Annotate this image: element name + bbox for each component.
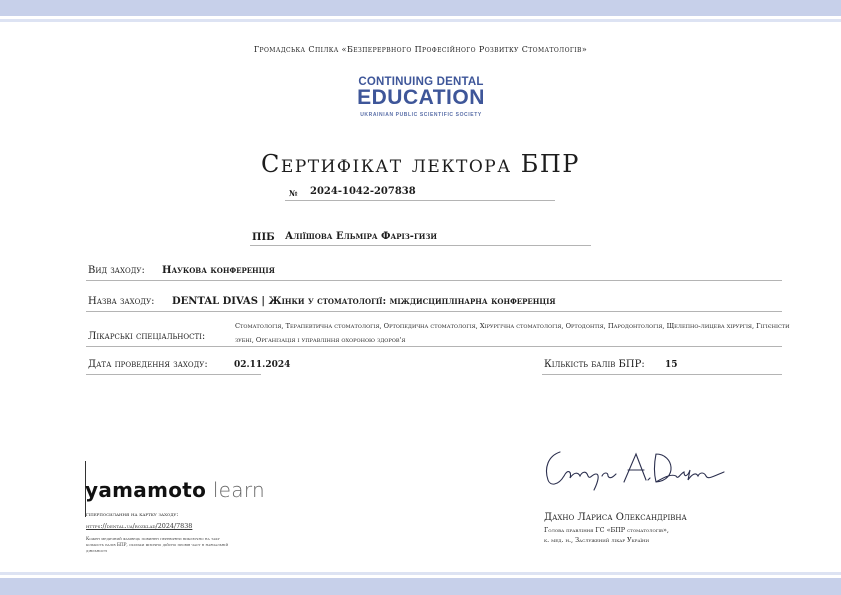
specialties-value: Стоматологія, Терапевтична стоматологія,… bbox=[235, 322, 790, 344]
name-underline bbox=[250, 245, 591, 246]
event-link-label: гіперпосилання на картку заходу: bbox=[86, 512, 179, 518]
specialties-label: Лікарські спеціальності: bbox=[88, 331, 206, 342]
event-type-label: Вид заходу: bbox=[88, 265, 145, 276]
number-underline bbox=[285, 200, 555, 201]
event-name-value: DENTAL DIVAS | Жінки у стоматології: між… bbox=[172, 296, 556, 307]
logo-line-3: UKRAINIAN PUBLIC SCIENTIFIC SOCIETY bbox=[360, 112, 482, 118]
specialties-underline bbox=[86, 346, 782, 347]
organization-name: Громадська Спілка «Безперервного Професі… bbox=[253, 45, 588, 54]
event-link[interactable]: https://dental.ua/rozklad/2024/7838 bbox=[86, 522, 192, 530]
brand-word-1: yamamoto bbox=[85, 478, 207, 502]
top-border-band bbox=[0, 0, 841, 22]
fine-print: Кожен медичний фахівець повинен перевіря… bbox=[86, 536, 229, 553]
points-label: Кількість балів БПР: bbox=[544, 359, 645, 370]
event-date-value: 02.11.2024 bbox=[234, 360, 291, 370]
points-value: 15 bbox=[665, 360, 678, 370]
event-type-underline bbox=[86, 280, 782, 281]
signer-role: Голова правління ГС «БПР стоматологів», bbox=[544, 526, 669, 534]
certificate-number-label: № bbox=[289, 188, 298, 198]
event-name-underline bbox=[86, 311, 782, 312]
name-label: ПІБ bbox=[252, 232, 275, 243]
event-type-value: Наукова конференція bbox=[162, 265, 275, 276]
event-date-label: Дата проведення заходу: bbox=[88, 359, 208, 370]
signer-name: Дахно Лариса Олександрівна bbox=[544, 512, 687, 523]
cde-logo: CONTINUING DENTAL EDUCATION UKRAINIAN PU… bbox=[340, 76, 502, 126]
certificate-number: 2024-1042-207838 bbox=[310, 186, 416, 197]
brand-word-2: learn bbox=[212, 478, 265, 502]
yamamoto-learn-logo: yamamoto learn bbox=[85, 478, 265, 502]
certificate-title: Сертифікат лектора БПР bbox=[261, 150, 580, 178]
handwritten-signature bbox=[545, 451, 725, 491]
signer-degree: к. мед. н., Заслужений лікар України bbox=[544, 536, 650, 544]
points-underline bbox=[542, 374, 782, 375]
recipient-name: Аліїшова Ельміра Фаріз-гизи bbox=[285, 231, 438, 242]
event-name-label: Назва заходу: bbox=[88, 296, 155, 307]
date-underline bbox=[86, 374, 261, 375]
bottom-border-band bbox=[0, 572, 841, 595]
logo-line-2: EDUCATION bbox=[357, 86, 485, 109]
